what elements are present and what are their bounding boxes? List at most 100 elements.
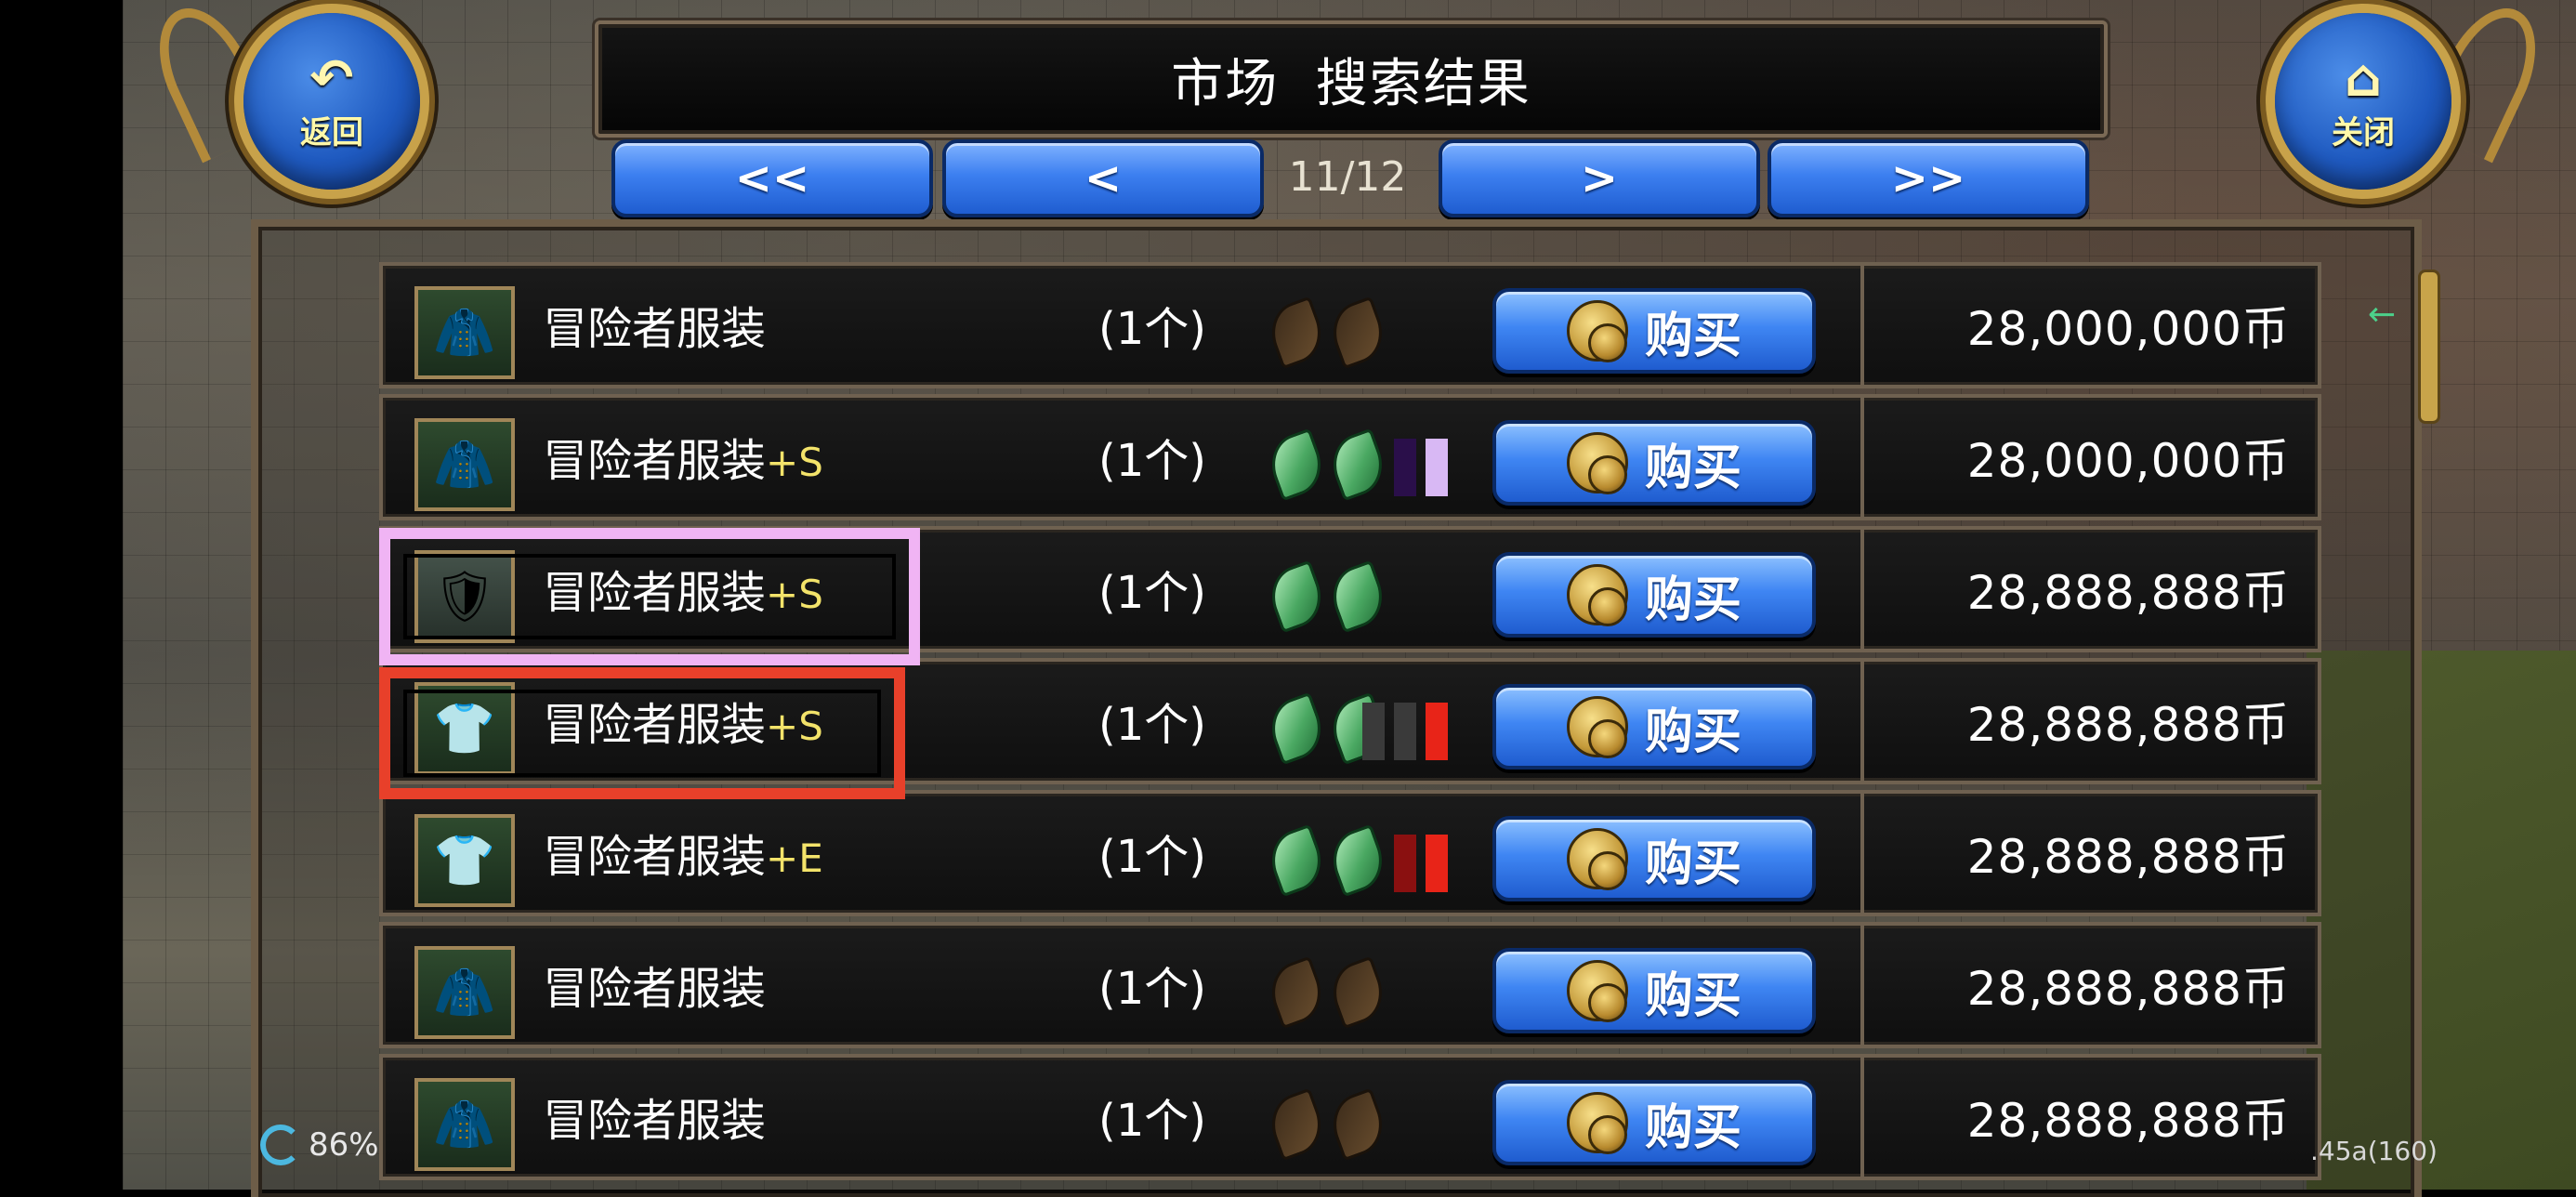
buy-button[interactable]: 购买 xyxy=(1492,420,1816,506)
back-button[interactable]: ↶ 返回 xyxy=(243,13,420,190)
green-leaf-slot-icon xyxy=(1262,691,1331,766)
buy-button[interactable]: 购买 xyxy=(1492,816,1816,901)
page-indicator: 11/12 xyxy=(1288,152,1407,201)
screen-edge xyxy=(0,0,123,1190)
coin-icon xyxy=(1566,696,1628,758)
enchant-bar xyxy=(1394,835,1416,892)
buy-button[interactable]: 购买 xyxy=(1492,1080,1816,1165)
item-quantity: (1个) xyxy=(1098,435,1206,487)
buy-button[interactable]: 购买 xyxy=(1492,684,1816,770)
green-leaf-slot-icon xyxy=(1262,823,1331,898)
item-name-text: 冒险者服装 xyxy=(543,303,767,355)
item-price: 28,888,888币 xyxy=(1966,830,2290,884)
armor-item-icon[interactable]: 🧥 xyxy=(414,946,515,1039)
market-row: 🧥 冒险者服装+S (1个) 购买 28,000,000币 xyxy=(379,394,2321,520)
item-quantity: (1个) xyxy=(1098,699,1206,751)
item-quantity: (1个) xyxy=(1098,1095,1206,1147)
buy-button-label: 购买 xyxy=(1644,835,1741,892)
armor-item-icon[interactable]: 👕 xyxy=(414,814,515,907)
highlight-box-pink-inner xyxy=(403,554,896,639)
item-price: 28,888,888币 xyxy=(1966,566,2290,620)
last-page-button[interactable]: >> xyxy=(1768,139,2089,217)
back-button-label: 返回 xyxy=(300,113,363,151)
market-row: 🧥 冒险者服装 (1个) 购买 28,000,000币 xyxy=(379,262,2321,388)
armor-item-icon[interactable]: 🧥 xyxy=(414,418,515,511)
armor-item-icon[interactable]: 🧥 xyxy=(414,286,515,379)
last-page-label: >> xyxy=(1890,152,1966,204)
item-name: 冒险者服装 xyxy=(543,292,766,366)
enchant-bar xyxy=(1426,439,1448,496)
item-grade-suffix: +S xyxy=(766,440,823,485)
buy-button-label: 购买 xyxy=(1644,967,1741,1024)
scrollbar[interactable] xyxy=(2418,270,2440,424)
enchant-bar xyxy=(1426,703,1448,760)
price-divider xyxy=(1860,662,1864,781)
enchant-bar xyxy=(1426,835,1448,892)
item-name: 冒险者服装+S xyxy=(543,424,823,498)
buy-button[interactable]: 购买 xyxy=(1492,552,1816,638)
prev-page-label: < xyxy=(1084,152,1123,204)
brown-leaf-slot-icon xyxy=(1262,955,1331,1030)
highlight-box-red-inner xyxy=(403,690,881,777)
buy-button[interactable]: 购买 xyxy=(1492,948,1816,1033)
battery-percent: 86% xyxy=(309,1126,379,1164)
price-divider xyxy=(1860,926,1864,1045)
price-divider xyxy=(1860,266,1864,385)
first-page-button[interactable]: << xyxy=(611,139,933,217)
buy-button-label: 购买 xyxy=(1644,440,1741,496)
arrow-left-icon: ← xyxy=(2368,296,2397,334)
item-price: 28,888,888币 xyxy=(1966,962,2290,1016)
enchant-bar xyxy=(1394,439,1416,496)
enchant-bar xyxy=(1394,703,1416,760)
item-quantity: (1个) xyxy=(1098,567,1206,619)
green-leaf-slot-icon xyxy=(1323,428,1392,502)
page-title: 市场 搜索结果 xyxy=(1171,53,1531,114)
buy-button-label: 购买 xyxy=(1644,1099,1741,1156)
next-page-label: > xyxy=(1580,152,1619,204)
brown-leaf-slot-icon xyxy=(1323,1087,1392,1162)
market-row: 🧥 冒险者服装 (1个) 购买 28,888,888币 xyxy=(379,1054,2321,1180)
close-button[interactable]: ⌂ 关闭 xyxy=(2275,13,2451,190)
title-bar: 市场 搜索结果 xyxy=(595,20,2108,138)
green-leaf-slot-icon xyxy=(1323,559,1392,634)
battery-indicator: 86% xyxy=(260,1125,379,1165)
home-icon: ⌂ xyxy=(2344,47,2383,109)
item-price: 28,888,888币 xyxy=(1966,698,2290,752)
prev-page-button[interactable]: < xyxy=(942,139,1264,217)
coin-icon xyxy=(1566,432,1628,494)
item-name-text: 冒险者服装 xyxy=(543,1095,767,1147)
coin-icon xyxy=(1566,828,1628,890)
next-page-button[interactable]: > xyxy=(1439,139,1760,217)
buy-button[interactable]: 购买 xyxy=(1492,288,1816,374)
enchant-bar xyxy=(1362,703,1385,760)
brown-leaf-slot-icon xyxy=(1262,1087,1331,1162)
item-quantity: (1个) xyxy=(1098,303,1206,355)
close-button-label: 关闭 xyxy=(2332,113,2395,151)
green-leaf-slot-icon xyxy=(1262,559,1331,634)
coin-icon xyxy=(1566,960,1628,1022)
coin-icon xyxy=(1566,300,1628,362)
green-leaf-slot-icon xyxy=(1262,428,1331,502)
buy-button-label: 购买 xyxy=(1644,308,1741,364)
green-leaf-slot-icon xyxy=(1323,823,1392,898)
battery-ring-icon xyxy=(260,1125,301,1165)
market-row: 🧥 冒险者服装 (1个) 购买 28,888,888币 xyxy=(379,922,2321,1048)
armor-item-icon[interactable]: 🧥 xyxy=(414,1078,515,1171)
brown-leaf-slot-icon xyxy=(1323,296,1392,370)
buy-button-label: 购买 xyxy=(1644,572,1741,628)
brown-leaf-slot-icon xyxy=(1323,955,1392,1030)
coin-icon xyxy=(1566,564,1628,626)
back-arrow-icon: ↶ xyxy=(309,47,354,109)
price-divider xyxy=(1860,794,1864,913)
item-name-text: 冒险者服装 xyxy=(543,831,767,883)
item-quantity: (1个) xyxy=(1098,831,1206,883)
item-price: 28,888,888币 xyxy=(1966,1094,2290,1148)
item-name: 冒险者服装 xyxy=(543,952,766,1026)
item-name-text: 冒险者服装 xyxy=(543,963,767,1015)
item-name-text: 冒险者服装 xyxy=(543,435,767,487)
item-name: 冒险者服装 xyxy=(543,1084,766,1158)
price-divider xyxy=(1860,1058,1864,1177)
buy-button-label: 购买 xyxy=(1644,704,1741,760)
price-divider xyxy=(1860,530,1864,649)
first-page-label: << xyxy=(734,152,810,204)
